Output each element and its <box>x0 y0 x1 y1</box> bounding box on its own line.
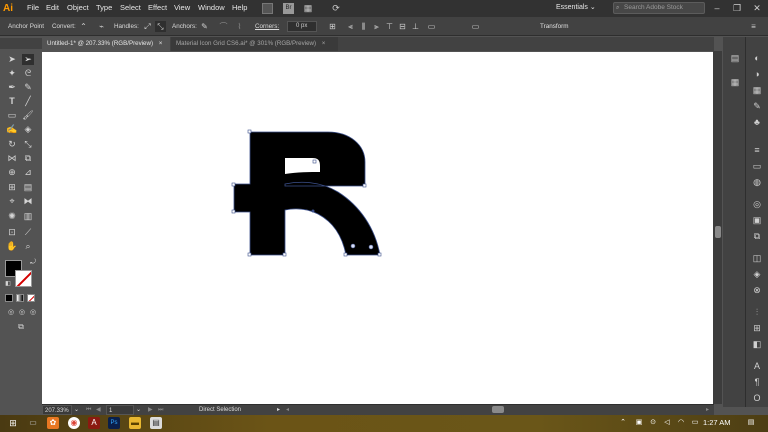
pathfinder-panel-icon[interactable]: ◧ <box>751 338 763 350</box>
symbols-panel-icon[interactable]: ♣ <box>751 116 763 128</box>
previous-artboard-icon[interactable]: ◀ <box>96 405 101 415</box>
character-panel-icon[interactable]: A <box>751 360 763 372</box>
anchor-point[interactable] <box>343 252 348 257</box>
chrome-app-icon[interactable]: ◉ <box>68 417 80 429</box>
zoom-dropdown-icon[interactable]: ⌄ <box>74 405 79 415</box>
status-menu-icon[interactable]: ▸ <box>277 405 280 415</box>
paragraph-panel-icon[interactable]: ¶ <box>751 376 763 388</box>
layers-panel-icon[interactable]: ⧉ <box>751 230 763 242</box>
folder-app-icon[interactable]: ▬ <box>129 417 141 429</box>
gradient-panel-icon[interactable]: ▭ <box>751 160 763 172</box>
swatches-panel-icon[interactable]: ▦ <box>751 84 763 96</box>
language-icon[interactable]: ▭ <box>690 418 700 428</box>
store-app-icon[interactable]: ▤ <box>150 417 162 429</box>
zoom-level-field[interactable]: 207.33% <box>42 405 72 415</box>
task-view-icon[interactable]: ▭ <box>27 417 39 429</box>
tray-app-icon[interactable]: ▣ <box>634 418 644 428</box>
selected-anchor-point[interactable] <box>350 243 356 249</box>
next-artboard-icon[interactable]: ▶ <box>148 405 153 415</box>
color-panel-icon[interactable]: ◐ <box>751 52 763 64</box>
network-icon[interactable]: ⊙ <box>648 418 658 428</box>
dock-divider <box>745 37 746 407</box>
anchor-point[interactable] <box>231 182 236 187</box>
libraries-panel-icon[interactable]: ▦ <box>729 76 741 88</box>
first-artboard-icon[interactable]: ⏮ <box>86 405 91 415</box>
current-tool-label: Direct Selection <box>199 407 242 413</box>
anchor-point[interactable] <box>231 209 236 214</box>
align-panel-icon[interactable]: ⫶ <box>751 306 763 318</box>
windows-start-icon[interactable]: ⊞ <box>7 417 19 429</box>
last-artboard-icon[interactable]: ⏭ <box>158 405 163 415</box>
acrobat-app-icon[interactable]: A <box>88 417 100 429</box>
asset-export-panel-icon[interactable]: ◈ <box>751 268 763 280</box>
tray-chevron-icon[interactable]: ⌃ <box>618 418 628 428</box>
anchor-point[interactable] <box>247 129 252 134</box>
anchor-point[interactable] <box>312 159 317 164</box>
links-panel-icon[interactable]: ⊗ <box>751 284 763 296</box>
scroll-right-icon[interactable]: ▸ <box>706 405 709 415</box>
letter-r-shape[interactable] <box>233 131 381 256</box>
selected-anchor-point[interactable] <box>368 244 374 250</box>
graphic-styles-panel-icon[interactable]: ▣ <box>751 214 763 226</box>
brushes-panel-icon[interactable]: ✎ <box>751 100 763 112</box>
color-guide-icon[interactable]: ◑ <box>751 68 763 80</box>
transparency-panel-icon[interactable]: ◍ <box>751 176 763 188</box>
scroll-left-icon[interactable]: ◂ <box>286 405 289 415</box>
appearance-panel-icon[interactable]: ◎ <box>751 198 763 210</box>
selected-anchor-point[interactable] <box>311 209 315 213</box>
horizontal-scroll-thumb[interactable] <box>492 406 504 413</box>
anchor-point[interactable] <box>362 183 367 188</box>
page-dropdown-icon[interactable]: ⌄ <box>136 405 141 415</box>
status-bar <box>42 404 714 415</box>
anchor-point[interactable] <box>377 252 382 257</box>
transform-panel-icon[interactable]: ⊞ <box>751 322 763 334</box>
taskbar-clock[interactable]: 1:27 AM <box>703 418 731 428</box>
artboards-panel-icon[interactable]: ◫ <box>751 252 763 264</box>
anchor-point[interactable] <box>282 252 287 257</box>
photoshop-app-icon[interactable]: Ps <box>108 417 120 429</box>
notifications-icon[interactable]: ▤ <box>746 418 756 428</box>
opentype-panel-icon[interactable]: O <box>751 392 763 404</box>
artboard-number-field[interactable]: 1 <box>106 405 134 415</box>
wifi-icon[interactable]: ◠ <box>676 418 686 428</box>
volume-icon[interactable]: ◁ <box>662 418 672 428</box>
properties-panel-icon[interactable]: ▤ <box>729 52 741 64</box>
file-explorer-app-icon[interactable]: ✿ <box>47 417 59 429</box>
artwork-svg[interactable] <box>0 0 768 432</box>
anchor-point[interactable] <box>247 252 252 257</box>
vertical-scroll-thumb[interactable] <box>715 226 721 238</box>
stroke-panel-icon[interactable]: ≡ <box>751 144 763 156</box>
